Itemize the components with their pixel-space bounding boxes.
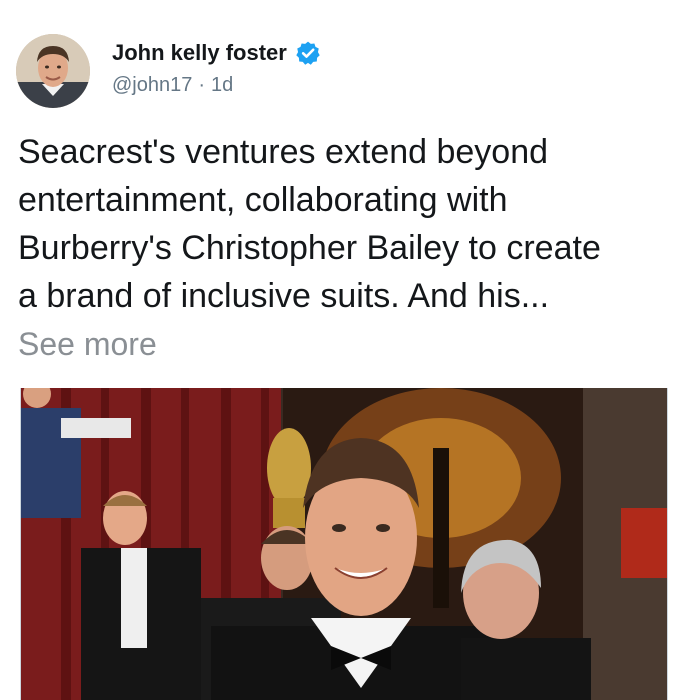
tweet-text: Seacrest's ventures extend beyond entert… <box>18 133 601 315</box>
avatar[interactable] <box>16 34 90 108</box>
author-handle[interactable]: @john17 <box>112 74 192 97</box>
tweet-age[interactable]: 1d <box>211 74 233 97</box>
verified-badge-icon <box>295 40 321 66</box>
tweet-meta: @john17 · 1d <box>112 74 233 97</box>
author-name[interactable]: John kelly foster <box>112 40 287 66</box>
see-more-link[interactable]: See more <box>18 326 157 363</box>
tweet-header: John kelly foster @john17 · 1d <box>16 34 684 114</box>
meta-separator: · <box>198 74 206 96</box>
author-row: John kelly foster <box>112 40 321 66</box>
tweet-photo[interactable] <box>20 388 668 700</box>
